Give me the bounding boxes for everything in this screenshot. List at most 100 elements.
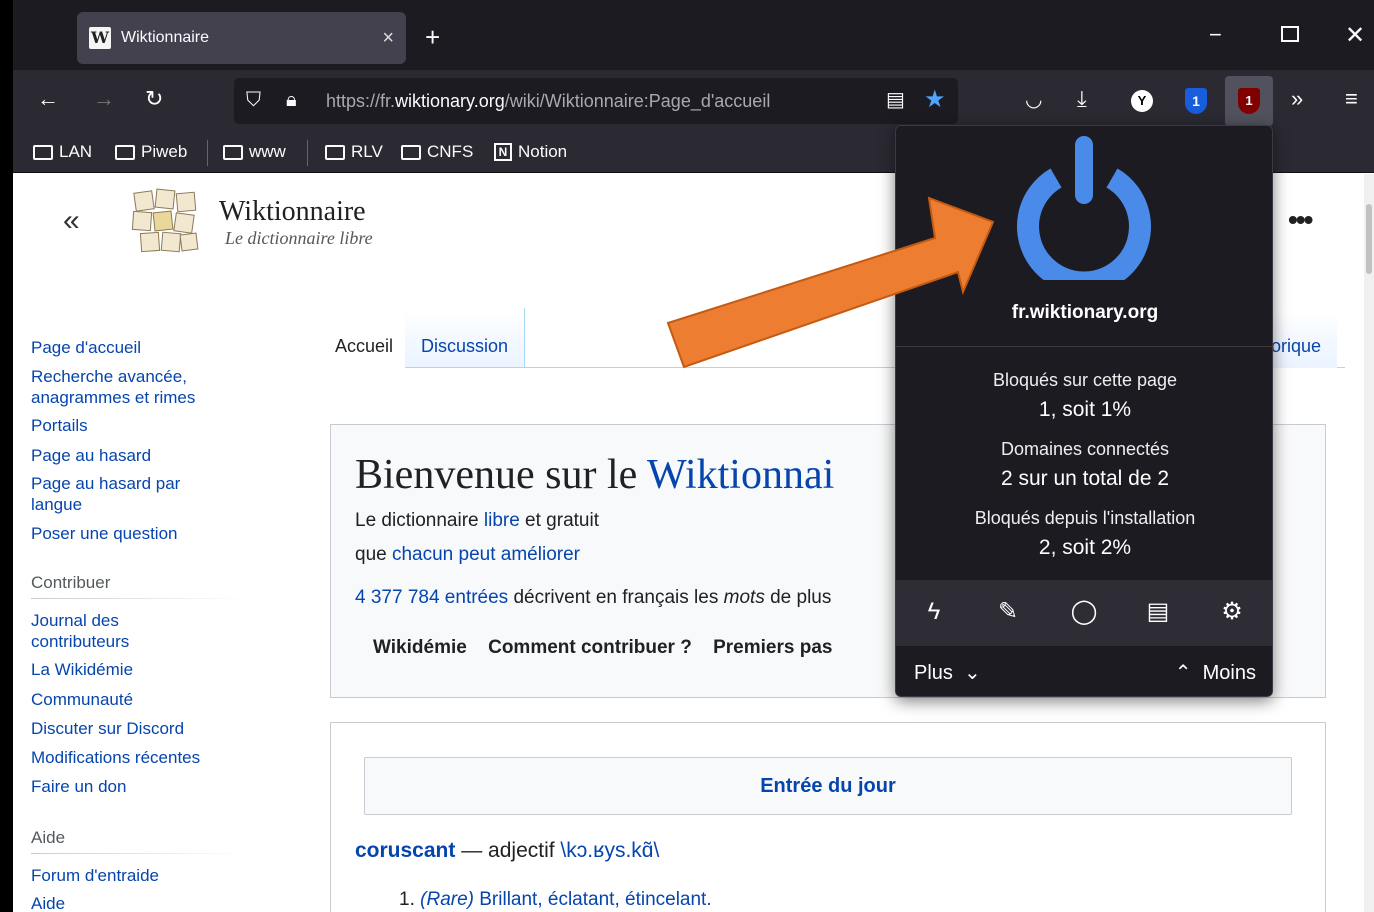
reload-icon[interactable]: ↻ bbox=[145, 88, 163, 110]
entry-definition: 1. (Rare) Brillant, éclatant, étincelant… bbox=[399, 889, 712, 910]
browser-window: W Wiktionnaire × + − ✕ ← → ↻ ⛉ 🔒︎ https:… bbox=[13, 0, 1374, 912]
tab-wiktionnaire[interactable]: W Wiktionnaire × bbox=[77, 12, 406, 64]
more-options-icon[interactable]: ••• bbox=[1288, 204, 1313, 236]
yomichan-icon[interactable]: Y bbox=[1131, 90, 1153, 112]
domains-value: 2 sur un total de 2 bbox=[1000, 467, 1170, 490]
pocket-icon[interactable]: ◡ bbox=[1025, 90, 1042, 110]
close-tab-icon[interactable]: × bbox=[382, 27, 394, 50]
menu-icon[interactable]: ≡ bbox=[1345, 88, 1358, 110]
divider bbox=[31, 598, 246, 599]
divider bbox=[896, 346, 1272, 347]
wiktionary-logo[interactable] bbox=[131, 188, 201, 254]
link-wikidemie[interactable]: Wikidémie bbox=[373, 637, 467, 658]
minimize-icon[interactable]: − bbox=[1209, 24, 1222, 46]
sidebar-link-hasard-langue[interactable]: Page au hasard par bbox=[31, 473, 180, 494]
sidebar-link-journal[interactable]: Journal des bbox=[31, 610, 119, 631]
sidebar-link-question[interactable]: Poser une question bbox=[31, 523, 178, 544]
entry-of-day-heading[interactable]: Entrée du jour bbox=[364, 757, 1292, 815]
new-tab-icon[interactable]: + bbox=[425, 24, 440, 50]
link-comment-contribuer[interactable]: Comment contribuer ? bbox=[488, 637, 692, 658]
entry-word[interactable]: coruscant bbox=[355, 839, 455, 862]
entry-of-day-box: Entrée du jour coruscant — adjectif \kɔ.… bbox=[330, 722, 1326, 912]
tab-discussion[interactable]: Discussion bbox=[405, 308, 525, 368]
url-text[interactable]: https://fr.wiktionary.org/wiki/Wiktionna… bbox=[326, 91, 770, 112]
speech-bubble-icon[interactable]: ◯ bbox=[1066, 594, 1102, 630]
folder-icon bbox=[115, 144, 135, 160]
welcome-line-2: que chacun peut améliorer bbox=[355, 544, 580, 565]
sidebar-link-discord[interactable]: Discuter sur Discord bbox=[31, 718, 184, 739]
sidebar-link-forum[interactable]: Forum d'entraide bbox=[31, 865, 159, 886]
reader-view-icon[interactable]: ▤ bbox=[886, 90, 905, 110]
divider bbox=[31, 853, 246, 854]
link-libre[interactable]: libre bbox=[484, 510, 520, 531]
logger-icon[interactable]: ▤ bbox=[1140, 594, 1176, 630]
sidebar-link-recherche[interactable]: Recherche avancée, bbox=[31, 366, 187, 387]
ublock-icon: 1 bbox=[1238, 88, 1260, 114]
maximize-icon[interactable] bbox=[1281, 26, 1299, 42]
overflow-chevron-icon[interactable]: » bbox=[1291, 88, 1303, 110]
back-icon[interactable]: ← bbox=[37, 88, 59, 110]
plus-button[interactable]: Plus ⌄ bbox=[914, 660, 981, 685]
sidebar-link-modifications[interactable]: Modifications récentes bbox=[31, 747, 200, 768]
folder-icon bbox=[223, 144, 243, 160]
welcome-title: Bienvenue sur le Wiktionnai bbox=[355, 452, 835, 498]
sidebar-link-hasard-langue-2[interactable]: langue bbox=[31, 494, 82, 515]
link-premiers-pas[interactable]: Premiers pas bbox=[713, 637, 832, 658]
lock-icon[interactable]: 🔒︎ bbox=[286, 90, 297, 110]
title-bar: W Wiktionnaire × + − ✕ bbox=[13, 0, 1374, 70]
blocked-page-label: Bloqués sur cette page bbox=[992, 370, 1178, 390]
sidebar-heading-aide: Aide bbox=[31, 828, 66, 847]
bookmark-www[interactable]: www bbox=[223, 142, 286, 162]
sidebar-link-journal-2[interactable]: contributeurs bbox=[31, 631, 129, 652]
site-tagline: Le dictionnaire libre bbox=[225, 228, 373, 248]
sidebar-link-hasard[interactable]: Page au hasard bbox=[31, 445, 151, 466]
bitwarden-icon[interactable]: 1 bbox=[1185, 88, 1207, 114]
nav-bar: ← → ↻ ⛉ 🔒︎ https://fr.wiktionary.org/wik… bbox=[13, 70, 1374, 132]
separator bbox=[207, 140, 208, 166]
scrollbar-thumb[interactable] bbox=[1366, 204, 1372, 274]
sidebar-link-portails[interactable]: Portails bbox=[31, 415, 88, 436]
sidebar-link-aide[interactable]: Aide bbox=[31, 893, 65, 912]
collapse-sidebar-icon[interactable]: « bbox=[63, 204, 80, 238]
welcome-links: Wikidémie Comment contribuer ? Premiers … bbox=[373, 637, 848, 659]
forward-icon: → bbox=[93, 86, 115, 111]
bookmark-cnfs[interactable]: CNFS bbox=[401, 142, 473, 162]
sidebar-link-recherche-2[interactable]: anagrammes et rimes bbox=[31, 387, 195, 408]
welcome-line-3: 4 377 784 entrées décrivent en français … bbox=[355, 587, 832, 608]
chevron-down-icon: ⌄ bbox=[964, 662, 981, 684]
power-icon[interactable] bbox=[1016, 136, 1152, 280]
bookmark-lan[interactable]: LAN bbox=[33, 142, 92, 162]
sidebar-heading-contribuer: Contribuer bbox=[31, 573, 111, 592]
url-bar[interactable]: ⛉ 🔒︎ https://fr.wiktionary.org/wiki/Wikt… bbox=[234, 78, 958, 124]
folder-icon bbox=[33, 144, 53, 160]
eyedropper-icon[interactable]: ✎ bbox=[990, 594, 1026, 630]
tab-accueil[interactable]: Accueil bbox=[323, 308, 405, 368]
link-entrees[interactable]: 4 377 784 entrées bbox=[355, 587, 508, 608]
tab-historique[interactable]: orique bbox=[1271, 336, 1321, 357]
link-chacun[interactable]: chacun peut améliorer bbox=[392, 544, 580, 565]
popup-domain: fr.wiktionary.org bbox=[1011, 302, 1159, 323]
popup-toolbar: ϟ ✎ ◯ ▤ ⚙ bbox=[896, 580, 1272, 646]
domains-label: Domaines connectés bbox=[1000, 439, 1170, 459]
sidebar-link-wikidemie[interactable]: La Wikidémie bbox=[31, 659, 133, 680]
close-window-icon[interactable]: ✕ bbox=[1345, 24, 1365, 48]
blocked-total-value: 2, soit 2% bbox=[1038, 536, 1132, 559]
chevron-up-icon: ⌃ bbox=[1174, 662, 1192, 684]
scrollbar[interactable] bbox=[1364, 174, 1374, 912]
sidebar-link-communaute[interactable]: Communauté bbox=[31, 689, 133, 710]
moins-button[interactable]: ⌃ Moins bbox=[1175, 660, 1256, 685]
site-name[interactable]: Wiktionnaire bbox=[219, 196, 366, 228]
blocked-total-label: Bloqués depuis l'installation bbox=[974, 508, 1196, 528]
sidebar-link-accueil[interactable]: Page d'accueil bbox=[31, 337, 141, 358]
bookmark-rlv[interactable]: RLV bbox=[325, 142, 383, 162]
bookmark-star-icon[interactable]: ★ bbox=[924, 88, 946, 112]
bookmark-notion[interactable]: N Notion bbox=[494, 142, 567, 162]
sidebar-link-don[interactable]: Faire un don bbox=[31, 776, 126, 797]
shield-icon[interactable]: ⛉ bbox=[246, 90, 261, 110]
entry-pronunciation[interactable]: \kɔ.ʁys.kɑ̃\ bbox=[560, 839, 659, 862]
lightning-icon[interactable]: ϟ bbox=[916, 594, 952, 630]
settings-gears-icon[interactable]: ⚙ bbox=[1214, 594, 1250, 630]
bookmark-piweb[interactable]: Piweb bbox=[115, 142, 187, 162]
download-icon[interactable]: ⤓ bbox=[1077, 88, 1087, 110]
ublock-toolbar-button[interactable]: 1 bbox=[1225, 76, 1273, 126]
